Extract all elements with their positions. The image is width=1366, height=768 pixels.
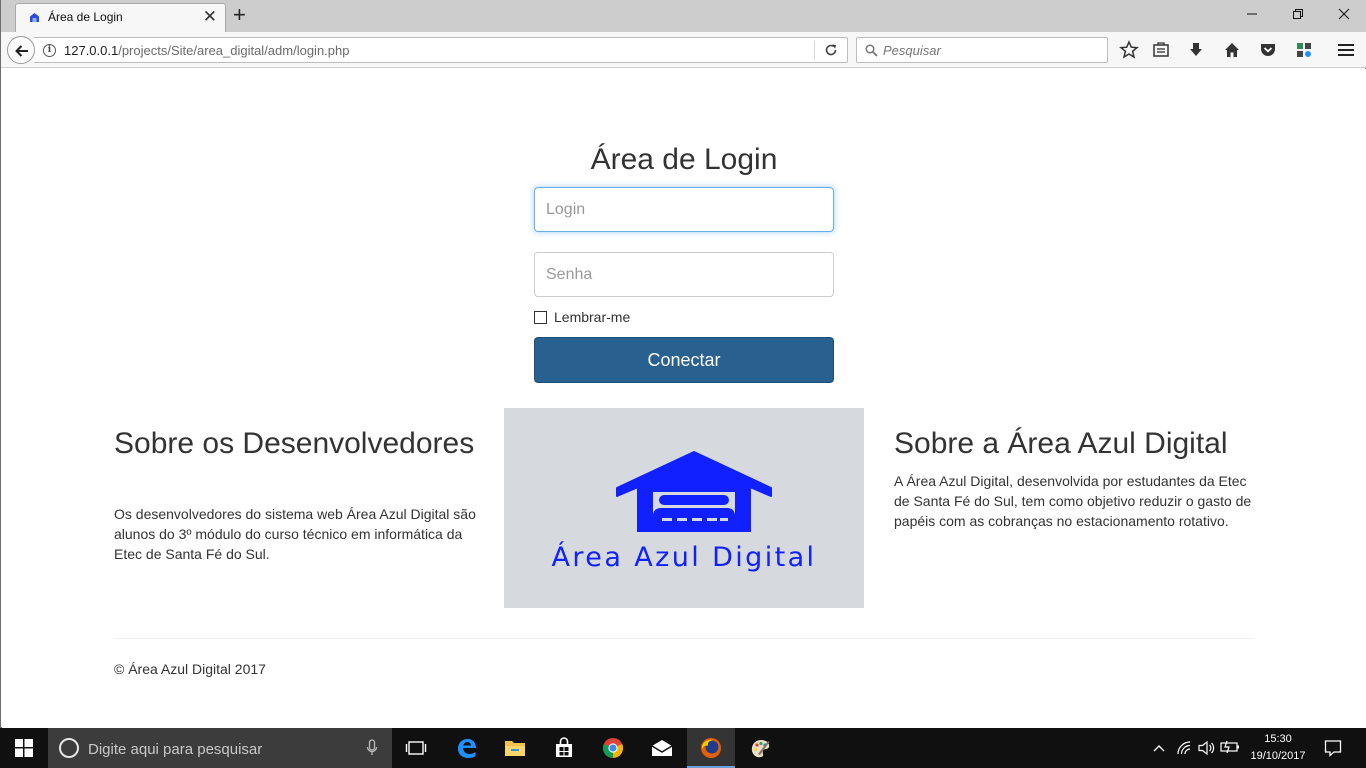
browser-search-input[interactable] [883,41,1103,59]
password-input[interactable] [534,252,834,297]
minimize-icon[interactable] [1229,4,1275,26]
paint-app[interactable] [736,728,784,768]
edge-icon [458,739,476,758]
action-center-icon[interactable] [1324,739,1342,757]
file-explorer-icon [505,741,525,756]
task-view-button[interactable] [392,728,440,768]
close-window-icon[interactable] [1321,4,1366,26]
wifi-icon[interactable] [1176,740,1192,756]
store-icon [556,737,572,757]
tab-title: Área de Login [48,10,123,24]
logo-text: Área Azul Digital [551,542,817,573]
volume-icon[interactable] [1198,740,1216,756]
url-text[interactable]: 127.0.0.1/projects/Site/area_digital/adm… [64,43,349,58]
start-button[interactable] [0,728,48,768]
url-path: /projects/Site/area_digital/adm/login.ph… [118,43,350,58]
reading-list-icon[interactable] [1151,40,1171,60]
firefox-app[interactable] [687,728,735,768]
restore-icon[interactable] [1275,4,1321,26]
taskbar-search-input[interactable] [88,739,348,759]
taskbar-search[interactable] [48,728,392,768]
login-input[interactable] [534,187,834,232]
battery-icon[interactable] [1220,740,1240,754]
login-title: Área de Login [590,143,778,176]
pocket-icon[interactable] [1258,40,1278,60]
mail-app[interactable] [638,728,686,768]
search-bar[interactable] [856,37,1108,63]
info-icon[interactable]: i [43,44,56,57]
garage-car-icon [616,451,772,532]
download-icon[interactable] [1186,40,1206,60]
chrome-icon [602,738,624,759]
firefox-icon [701,738,721,758]
browser-window: Área de Login ✕ + i 127.0.0.1/projects/S… [0,0,1366,728]
developers-heading: Sobre os Desenvolvedores [114,427,475,460]
show-hidden-icons-icon[interactable] [1153,743,1165,753]
address-bar[interactable]: i 127.0.0.1/projects/Site/area_digital/a… [34,37,848,63]
back-button[interactable] [7,36,35,64]
microphone-icon[interactable] [366,739,378,757]
chrome-app[interactable] [589,728,637,768]
url-host: 127.0.0.1 [64,43,119,58]
logo-image: Área Azul Digital [504,408,864,608]
back-arrow-icon [15,45,28,57]
star-icon[interactable] [1119,40,1139,60]
clock-date: 19/10/2017 [1250,750,1306,762]
extension-icon[interactable] [1294,40,1314,60]
footer-divider [114,638,1254,639]
remember-label[interactable]: Lembrar-me [554,309,630,325]
tab-close-icon[interactable]: ✕ [203,8,217,26]
tab-strip: Área de Login ✕ + [1,0,1366,32]
about-text: A Área Azul Digital, desenvolvida por es… [894,473,1252,529]
cortana-icon[interactable] [59,738,79,758]
menu-icon[interactable] [1336,40,1356,60]
windows-logo-icon [15,739,33,757]
browser-tab[interactable]: Área de Login ✕ [15,3,226,32]
connect-button[interactable]: Conectar [534,337,834,383]
new-tab-icon[interactable]: + [233,4,246,26]
clock[interactable]: 15:30 19/10/2017 [1238,731,1318,765]
developers-text: Os desenvolvedores do sistema web Área A… [114,506,476,562]
mail-icon [651,740,673,756]
edge-app[interactable] [443,728,491,768]
store-app[interactable] [540,728,588,768]
taskbar: 15:30 19/10/2017 [0,728,1366,768]
file-explorer-app[interactable] [491,728,539,768]
paint-icon [751,740,770,758]
page-content: Área de Login Lembrar-me Conectar Sobre … [2,69,1366,728]
remember-checkbox[interactable] [534,311,547,324]
url-separator [814,41,815,60]
home-icon[interactable] [1222,40,1242,60]
nav-toolbar: i 127.0.0.1/projects/Site/area_digital/a… [1,32,1366,68]
reload-icon[interactable] [824,43,838,57]
favicon-icon [30,13,39,22]
clock-time: 15:30 [1264,733,1292,745]
about-heading: Sobre a Área Azul Digital [894,427,1228,460]
footer-text: © Área Azul Digital 2017 [114,661,266,677]
search-icon [865,44,878,57]
task-view-icon [405,741,427,755]
